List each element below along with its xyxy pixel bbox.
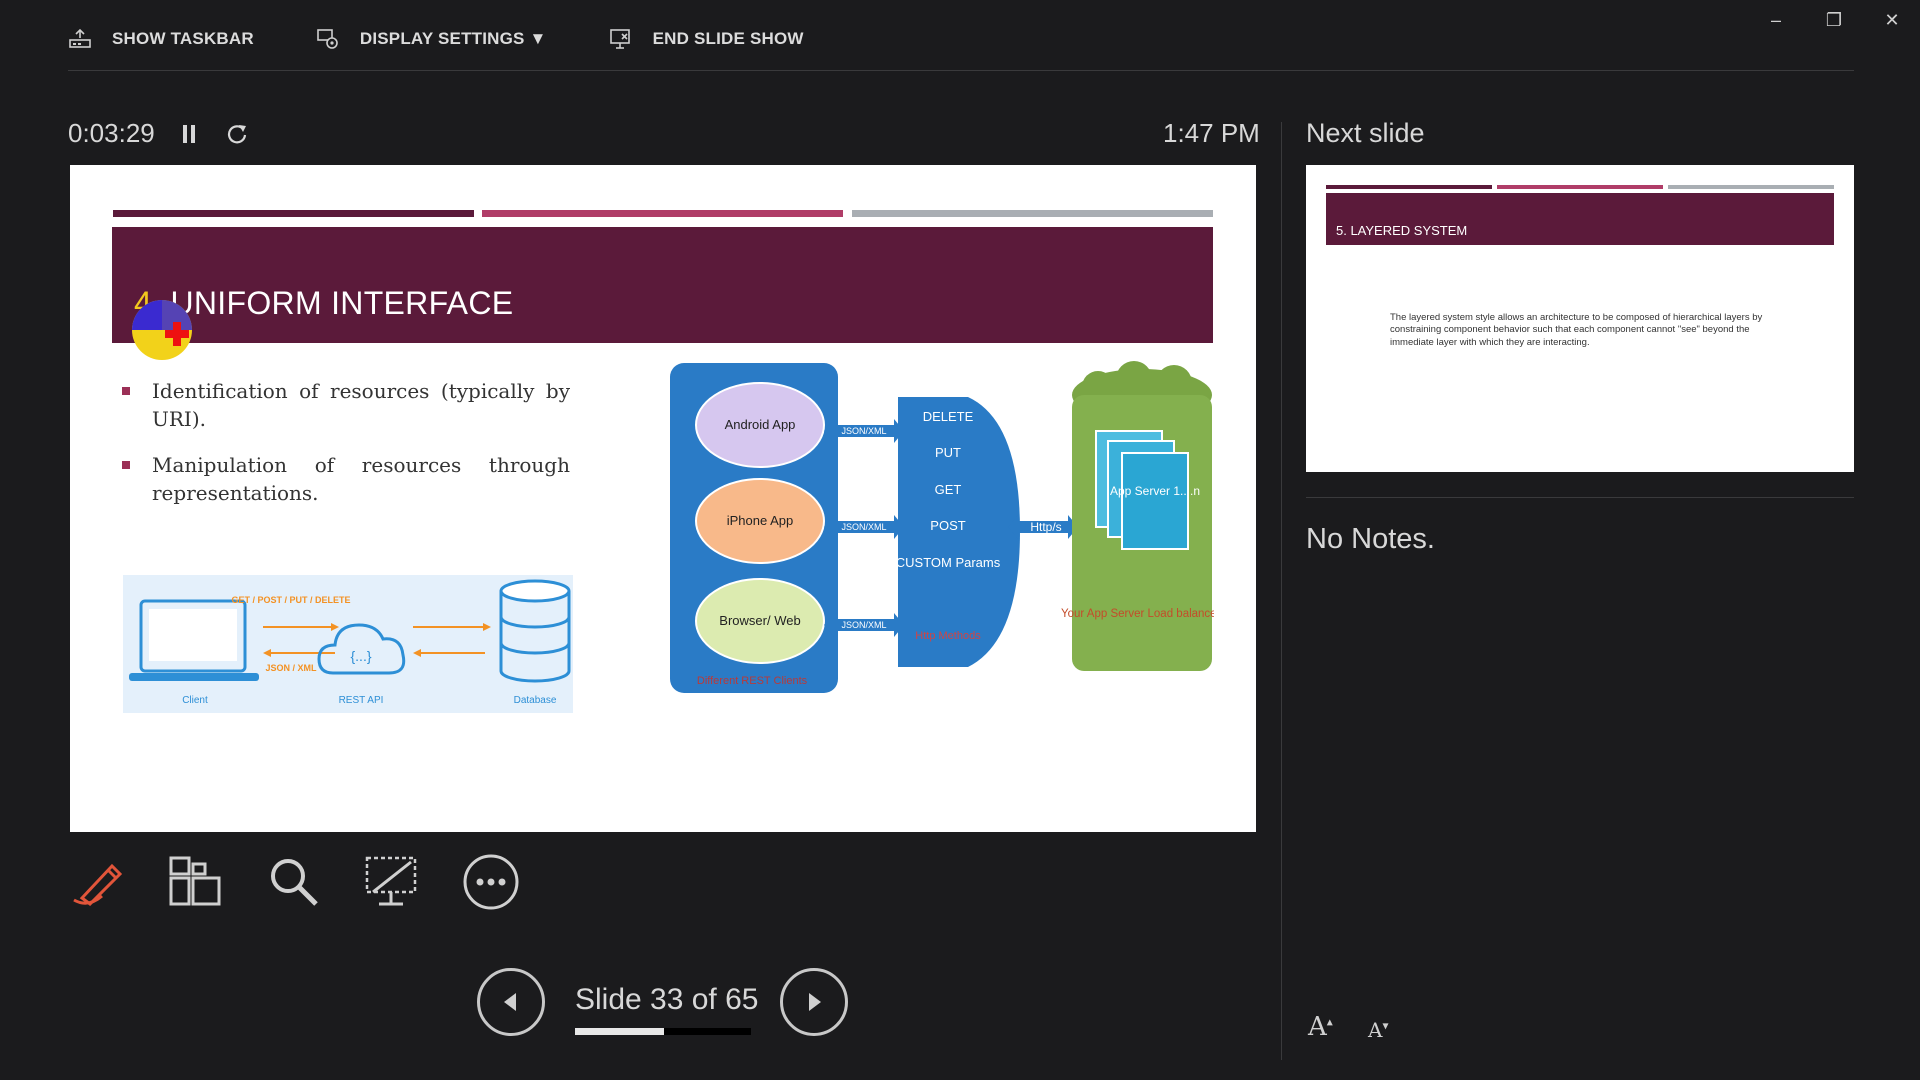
bullet-item: Manipulation of resources through repres… bbox=[122, 451, 570, 507]
notes-divider bbox=[1306, 497, 1854, 498]
display-settings-icon bbox=[317, 29, 338, 49]
rest-clients-diagram: Android App iPhone App Browser/ Web Diff… bbox=[670, 361, 1214, 693]
toolbar-divider bbox=[68, 70, 1854, 71]
rest-arrow-bottom-label: JSON / XML bbox=[265, 663, 317, 673]
pause-timer-button[interactable] bbox=[178, 120, 200, 148]
close-button[interactable]: ✕ bbox=[1872, 8, 1912, 32]
slide-accent-bar-2 bbox=[482, 210, 843, 217]
slide-progress-bar bbox=[575, 1028, 751, 1035]
client-browser: Browser/ Web bbox=[719, 613, 800, 628]
speaker-notes: No Notes. bbox=[1306, 523, 1435, 555]
next-slide-button[interactable] bbox=[780, 968, 848, 1036]
decrease-font-label: A bbox=[1368, 1018, 1383, 1042]
next-arrow-icon bbox=[809, 993, 821, 1011]
next-slide-preview[interactable]: 5. LAYERED SYSTEM The layered system sty… bbox=[1306, 165, 1854, 472]
format-label: JSON/XML bbox=[841, 620, 886, 630]
next-slide-body: The layered system style allows an archi… bbox=[1390, 312, 1763, 348]
bullet-item: Identification of resources (typically b… bbox=[122, 377, 570, 433]
show-taskbar-button[interactable]: SHOW TASKBAR bbox=[68, 28, 254, 50]
rest-api-label: REST API bbox=[339, 695, 384, 706]
more-options-button[interactable] bbox=[459, 850, 523, 914]
server-caption: Your App Server Load balanced bbox=[1061, 608, 1214, 620]
current-slide[interactable]: 4. UNIFORM INTERFACE Identification of r… bbox=[70, 165, 1256, 832]
pen-tool-button[interactable] bbox=[66, 850, 130, 914]
presenter-toolbar: SHOW TASKBAR DISPLAY SETTINGS ▼ END SLID… bbox=[68, 22, 866, 56]
next-slide-label: Next slide bbox=[1306, 118, 1425, 148]
magnifier-icon bbox=[271, 859, 318, 906]
previous-slide-button[interactable] bbox=[477, 968, 545, 1036]
bullet-text: Identification of resources (typically b… bbox=[152, 379, 570, 431]
panel-divider bbox=[1281, 122, 1282, 1060]
rest-arrow-top-label: GET / POST / PUT / DELETE bbox=[231, 595, 350, 605]
elapsed-timer: 0:03:29 bbox=[68, 118, 155, 148]
method-custom: CUSTOM Params bbox=[896, 555, 1001, 570]
rest-api-diagram: Client GET / POST / PUT / DELETE JSON / … bbox=[123, 575, 573, 713]
minimize-button[interactable]: – bbox=[1756, 8, 1796, 32]
slide-progress-fill bbox=[575, 1028, 665, 1035]
zoom-button[interactable] bbox=[262, 850, 326, 914]
display-settings-label: DISPLAY SETTINGS ▼ bbox=[359, 29, 547, 48]
current-time: 1:47 PM bbox=[1163, 118, 1260, 148]
next-slide-title: 5. LAYERED SYSTEM bbox=[1336, 223, 1468, 238]
protocol-label: Http/s bbox=[1030, 520, 1061, 534]
slide-bullets: Identification of resources (typically b… bbox=[122, 377, 570, 525]
next-accent-bar-2 bbox=[1497, 185, 1663, 189]
restart-icon bbox=[227, 125, 247, 144]
clients-caption: Different REST Clients bbox=[697, 675, 808, 687]
database-label: Database bbox=[514, 695, 557, 706]
laser-pointer-icon bbox=[132, 300, 192, 360]
end-show-icon bbox=[609, 29, 630, 49]
black-screen-button[interactable] bbox=[359, 850, 423, 914]
increase-font-button[interactable]: A▴ bbox=[1308, 1012, 1333, 1042]
slide-accent-bar-3 bbox=[852, 210, 1213, 217]
cloud-glyph: {...} bbox=[350, 648, 371, 664]
end-slide-show-button[interactable]: END SLIDE SHOW bbox=[609, 27, 804, 51]
method-delete: DELETE bbox=[923, 409, 974, 424]
taskbar-icon bbox=[69, 28, 91, 48]
method-get: GET bbox=[935, 482, 962, 497]
client-label: Client bbox=[182, 695, 208, 706]
end-slide-show-label: END SLIDE SHOW bbox=[652, 29, 804, 48]
reset-timer-button[interactable] bbox=[224, 120, 250, 148]
next-accent-bar-3 bbox=[1668, 185, 1834, 189]
format-label: JSON/XML bbox=[841, 426, 886, 436]
previous-arrow-icon bbox=[504, 993, 516, 1011]
server-label: App Server 1....n bbox=[1110, 484, 1200, 498]
format-label: JSON/XML bbox=[841, 522, 886, 532]
more-icon bbox=[463, 854, 519, 910]
show-taskbar-label: SHOW TASKBAR bbox=[112, 29, 254, 48]
methods-caption: Http Methods bbox=[915, 630, 981, 642]
display-settings-button[interactable]: DISPLAY SETTINGS ▼ bbox=[316, 27, 547, 51]
next-accent-bar-1 bbox=[1326, 185, 1492, 189]
slide-title-text: UNIFORM INTERFACE bbox=[161, 285, 514, 321]
decrease-font-button[interactable]: A▾ bbox=[1368, 1018, 1388, 1042]
increase-font-label: A bbox=[1308, 1012, 1327, 1042]
client-iphone: iPhone App bbox=[727, 513, 794, 528]
method-put: PUT bbox=[935, 445, 961, 460]
see-all-slides-button[interactable] bbox=[163, 850, 227, 914]
screen-off-icon bbox=[365, 856, 417, 906]
method-post: POST bbox=[930, 518, 965, 533]
restore-button[interactable]: ❐ bbox=[1814, 8, 1854, 32]
pause-icon bbox=[183, 125, 195, 143]
client-android: Android App bbox=[725, 417, 796, 432]
grid-icon bbox=[169, 856, 221, 906]
slide-counter: Slide 33 of 65 bbox=[575, 983, 759, 1016]
pen-icon bbox=[73, 863, 123, 906]
slide-accent-bar-1 bbox=[113, 210, 474, 217]
bullet-text: Manipulation of resources through repres… bbox=[152, 453, 570, 505]
